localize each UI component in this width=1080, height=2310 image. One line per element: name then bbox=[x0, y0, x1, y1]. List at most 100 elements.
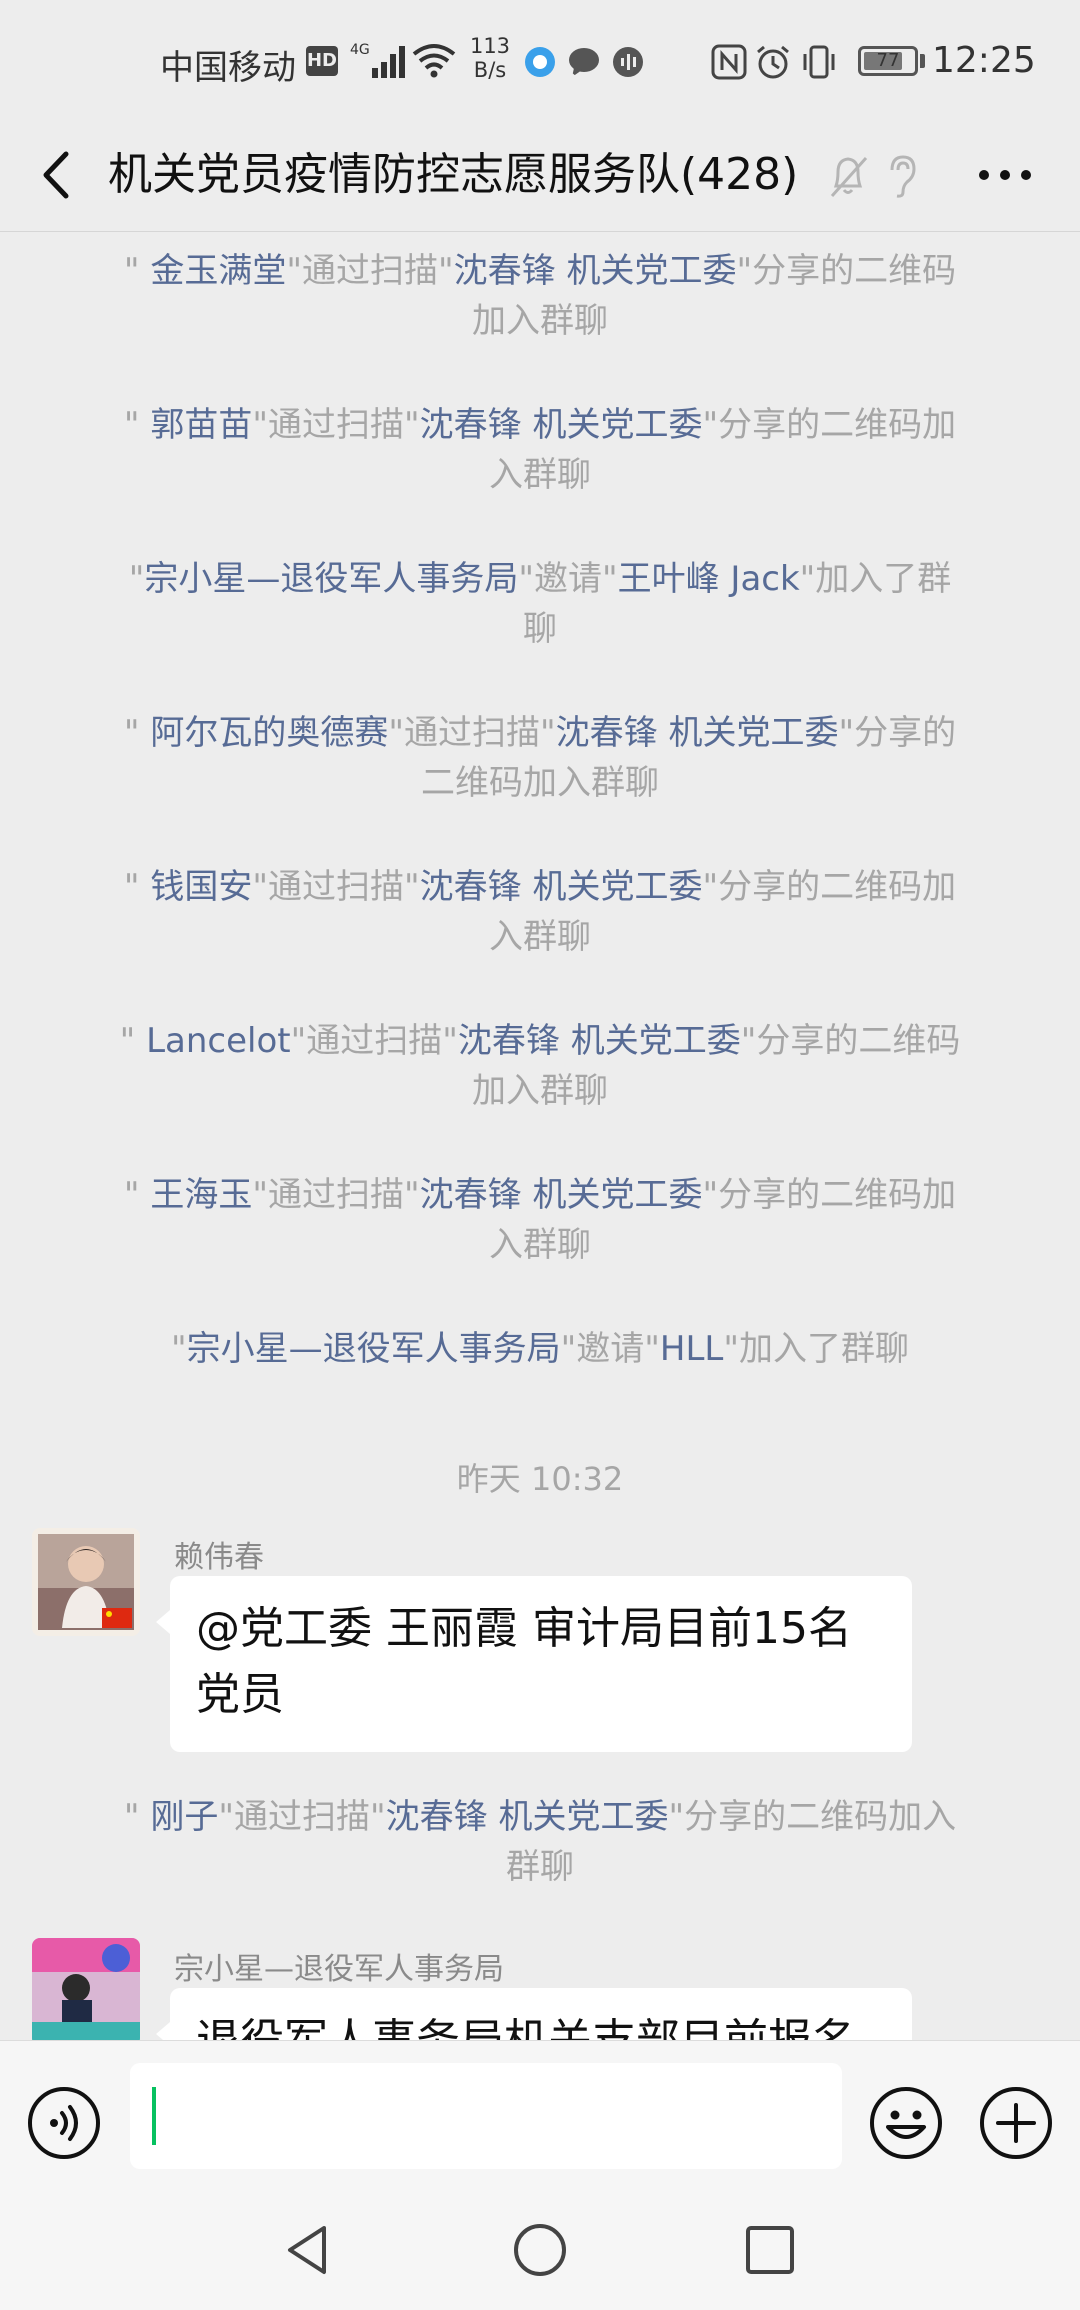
system-text: "通过扫描" bbox=[252, 405, 420, 445]
system-message-line: 聊 bbox=[523, 609, 557, 649]
system-nav-bar bbox=[0, 2190, 1080, 2310]
system-text: "分享的二维码加 bbox=[702, 1175, 957, 1215]
system-text: "通过扫描" bbox=[286, 251, 454, 291]
ear-icon[interactable] bbox=[884, 152, 920, 200]
system-message-line: 入群聊 bbox=[489, 455, 591, 495]
message-app-icon bbox=[569, 48, 599, 77]
avatar[interactable] bbox=[32, 1938, 140, 2040]
user-link[interactable]: 宗小星—退役军人事务局 bbox=[187, 1329, 561, 1369]
message-input[interactable] bbox=[130, 2063, 842, 2169]
wifi-icon bbox=[412, 44, 456, 78]
user-link[interactable]: Lancelot bbox=[146, 1021, 291, 1061]
system-message: "宗小星—退役军人事务局"邀请"王叶峰 Jack"加入了群聊 bbox=[70, 554, 1010, 654]
message-text-line: 退役军人事务局机关支部目前报名 bbox=[196, 2008, 886, 2040]
message-text-line: 党员 bbox=[196, 1669, 284, 1720]
system-message-line: "宗小星—退役军人事务局"邀请"王叶峰 Jack"加入了群 bbox=[70, 554, 1010, 604]
user-link[interactable]: 沈春锋 机关党工委 bbox=[420, 405, 703, 445]
sender-name: 赖伟春 bbox=[174, 1540, 264, 1575]
system-message: " 王海玉"通过扫描"沈春锋 机关党工委"分享的二维码加入群聊 bbox=[70, 1170, 1010, 1270]
user-link[interactable]: 沈春锋 机关党工委 bbox=[454, 251, 737, 291]
system-text: " bbox=[123, 251, 151, 291]
user-link[interactable]: 郭苗苗 bbox=[150, 405, 252, 445]
system-message-line: 群聊 bbox=[506, 1847, 574, 1887]
clock: 12:25 bbox=[932, 40, 1036, 81]
status-bar: 中国移动 HD 4G 113 B/s 77 12:25 bbox=[0, 0, 1080, 120]
system-message-line: " Lancelot"通过扫描"沈春锋 机关党工委"分享的二维码 bbox=[70, 1016, 1010, 1066]
system-text: "分享的二维码 bbox=[736, 251, 957, 291]
system-message-line: " 钱国安"通过扫描"沈春锋 机关党工委"分享的二维码加 bbox=[70, 862, 1010, 912]
back-icon[interactable] bbox=[24, 140, 94, 210]
voice-app-icon bbox=[613, 47, 643, 77]
chat-message-list[interactable]: " 金玉满堂"通过扫描"沈春锋 机关党工委"分享的二维码 加入群聊 " 郭苗苗"通过… bbox=[0, 232, 1080, 2040]
alarm-icon bbox=[757, 45, 789, 79]
system-text: "分享的二维码加入 bbox=[668, 1797, 957, 1837]
system-message-line: 加入群聊 bbox=[472, 301, 608, 341]
user-link[interactable]: 阿尔瓦的奥德赛 bbox=[150, 713, 388, 753]
system-message-line: 二维码加入群聊 bbox=[421, 763, 659, 803]
user-link[interactable]: 宗小星—退役军人事务局 bbox=[144, 559, 518, 599]
system-text: "通过扫描" bbox=[252, 867, 420, 907]
battery-icon: 77 bbox=[858, 46, 918, 76]
emoji-icon[interactable] bbox=[868, 2085, 944, 2161]
signal-4g-icon: 4G bbox=[350, 42, 405, 78]
text-caret bbox=[152, 2087, 156, 2145]
input-bar bbox=[0, 2040, 1080, 2190]
network-speed: 113 B/s bbox=[469, 34, 511, 82]
system-text: " bbox=[170, 1329, 187, 1369]
user-link[interactable]: 刚子 bbox=[150, 1797, 218, 1837]
nav-home-icon[interactable] bbox=[510, 2220, 570, 2280]
sender-name: 宗小星—退役军人事务局 bbox=[174, 1952, 504, 1987]
message-timestamp: 昨天 10:32 bbox=[456, 1460, 624, 1498]
system-message-line: "宗小星—退役军人事务局"邀请"HLL"加入了群聊 bbox=[70, 1324, 1010, 1374]
system-message-line: " 郭苗苗"通过扫描"沈春锋 机关党工委"分享的二维码加 bbox=[70, 400, 1010, 450]
system-message: " Lancelot"通过扫描"沈春锋 机关党工委"分享的二维码 加入群聊 bbox=[70, 1016, 1010, 1116]
system-text: "通过扫描" bbox=[388, 713, 556, 753]
system-text: " bbox=[123, 1797, 151, 1837]
system-text: " bbox=[123, 1175, 151, 1215]
system-text: "通过扫描" bbox=[252, 1175, 420, 1215]
user-link[interactable]: 金玉满堂 bbox=[150, 251, 286, 291]
avatar-photo bbox=[32, 1528, 140, 1636]
vibrate-icon bbox=[803, 45, 835, 79]
nav-back-icon[interactable] bbox=[280, 2220, 340, 2280]
user-link[interactable]: 沈春锋 机关党工委 bbox=[420, 1175, 703, 1215]
browser-app-icon bbox=[525, 47, 555, 77]
message-bubble[interactable]: @党工委 王丽霞 审计局目前15名 党员 bbox=[156, 1576, 912, 1752]
system-text: "加入了群聊 bbox=[723, 1329, 909, 1369]
system-text: "分享的二维码加 bbox=[702, 867, 957, 907]
system-text: " bbox=[123, 713, 151, 753]
system-text: " bbox=[123, 867, 151, 907]
system-text: "分享的 bbox=[838, 713, 957, 753]
nav-recent-icon[interactable] bbox=[740, 2220, 800, 2280]
user-link[interactable]: 沈春锋 机关党工委 bbox=[458, 1021, 741, 1061]
system-message-line: 加入群聊 bbox=[472, 1071, 608, 1111]
system-text: " bbox=[119, 1021, 147, 1061]
system-message-line: " 王海玉"通过扫描"沈春锋 机关党工委"分享的二维码加 bbox=[70, 1170, 1010, 1220]
carrier-name: 中国移动 bbox=[160, 48, 296, 88]
user-link[interactable]: 沈春锋 机关党工委 bbox=[556, 713, 839, 753]
system-text: " bbox=[123, 405, 151, 445]
user-link[interactable]: 沈春锋 机关党工委 bbox=[386, 1797, 669, 1837]
system-message-line: 入群聊 bbox=[489, 1225, 591, 1265]
system-message-line: " 刚子"通过扫描"沈春锋 机关党工委"分享的二维码加入 bbox=[70, 1792, 1010, 1842]
mute-icon[interactable] bbox=[826, 152, 870, 200]
message-text-line: @党工委 王丽霞 审计局目前15名 bbox=[196, 1603, 852, 1654]
plus-icon[interactable] bbox=[978, 2085, 1054, 2161]
system-message: " 刚子"通过扫描"沈春锋 机关党工委"分享的二维码加入 群聊 bbox=[70, 1792, 1010, 1892]
system-message: " 郭苗苗"通过扫描"沈春锋 机关党工委"分享的二维码加入群聊 bbox=[70, 400, 1010, 500]
system-message-line: 入群聊 bbox=[489, 917, 591, 957]
voice-icon[interactable] bbox=[26, 2085, 102, 2161]
user-link[interactable]: HLL bbox=[660, 1329, 723, 1369]
chat-title: 机关党员疫情防控志愿服务队(428) bbox=[108, 149, 799, 200]
system-text: "加入了群 bbox=[799, 559, 952, 599]
avatar[interactable] bbox=[32, 1528, 140, 1636]
system-text: "邀请" bbox=[518, 559, 618, 599]
user-link[interactable]: 钱国安 bbox=[150, 867, 252, 907]
system-text: "分享的二维码加 bbox=[702, 405, 957, 445]
message-bubble[interactable]: 退役军人事务局机关支部目前报名 bbox=[156, 1988, 912, 2040]
user-link[interactable]: 沈春锋 机关党工委 bbox=[420, 867, 703, 907]
user-link[interactable]: 王叶峰 Jack bbox=[618, 559, 800, 599]
system-message: "宗小星—退役军人事务局"邀请"HLL"加入了群聊 bbox=[70, 1324, 1010, 1374]
user-link[interactable]: 王海玉 bbox=[150, 1175, 252, 1215]
more-icon[interactable] bbox=[970, 150, 1040, 200]
